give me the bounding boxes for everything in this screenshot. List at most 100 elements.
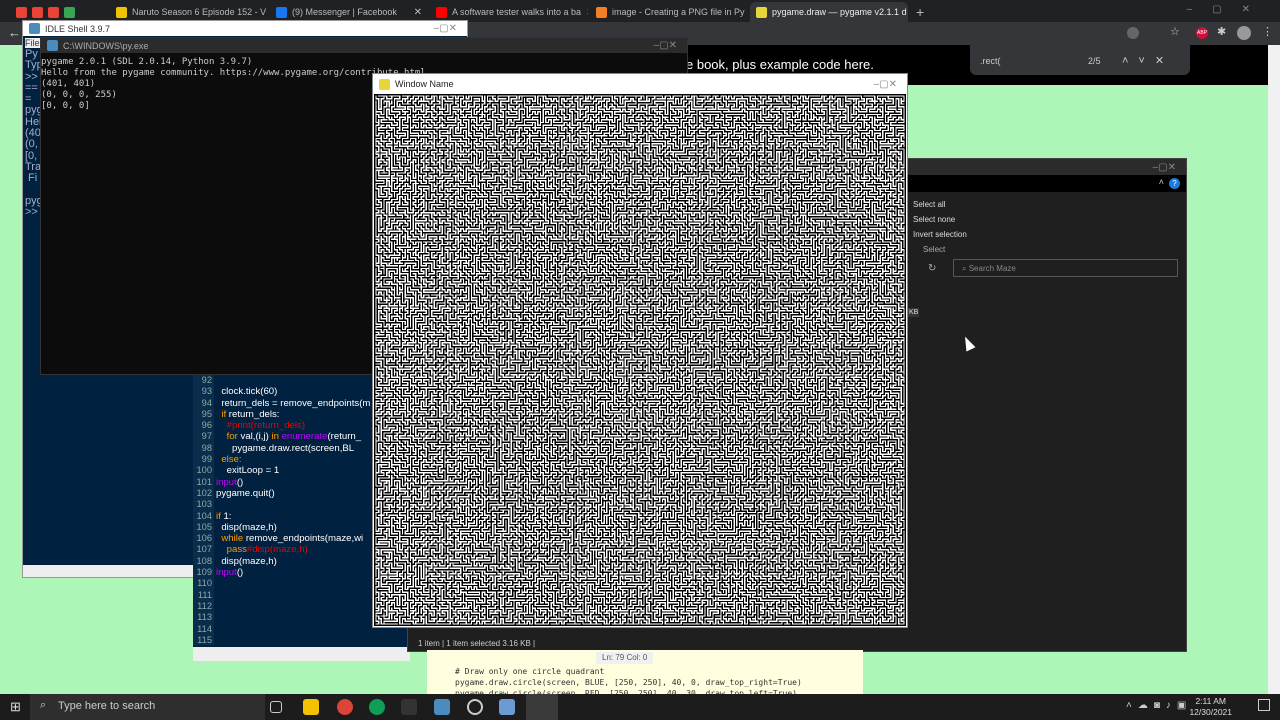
code-token: else: <box>216 454 242 466</box>
code-token: #print(return_dels) <box>216 420 306 432</box>
code-token: return_dels = remove_endpoints(m <box>216 397 371 409</box>
adblock-icon[interactable]: ABP <box>1196 27 1208 39</box>
page-scrollbar[interactable] <box>1268 45 1280 694</box>
code-token: input <box>216 476 237 488</box>
time: 2:11 AM <box>1195 696 1226 706</box>
tab-close-icon[interactable]: ✕ <box>414 7 422 18</box>
invert-selection-button[interactable]: Invert selection <box>913 230 967 239</box>
code-area[interactable]: clock.tick(60) return_dels = remove_endp… <box>216 375 370 578</box>
select-all-button[interactable]: Select all <box>913 200 945 209</box>
code-token: (return_ <box>327 431 362 443</box>
browser-tab[interactable]: image - Creating a PNG file in Py✕ <box>590 2 748 22</box>
extensions-icon[interactable]: ✱ <box>1217 25 1226 38</box>
code-line: pygame.quit() <box>216 488 370 499</box>
avatar[interactable] <box>1237 26 1251 40</box>
star-icon[interactable]: ☆ <box>1170 25 1180 38</box>
pygame-icon <box>379 78 390 90</box>
start-icon[interactable]: ⊞ <box>10 699 21 715</box>
browser-tab[interactable]: (9) Messenger | Facebook ✕ <box>270 2 428 22</box>
code-token: if <box>216 408 229 420</box>
code-line: return_dels = remove_endpoints(m <box>216 398 370 409</box>
idle-window-controls[interactable]: –▢✕ <box>434 23 467 34</box>
file-explorer-icon[interactable] <box>303 699 319 715</box>
code-token: pass <box>216 544 247 556</box>
collapse-ribbon-icon[interactable]: ˄ <box>1159 177 1164 187</box>
select-none-button[interactable]: Select none <box>913 215 955 224</box>
window-controls[interactable]: –▢✕ <box>1187 4 1270 15</box>
tab-label: Naruto Season 6 Episode 152 - V <box>132 7 267 17</box>
page-text: e book, plus example code here. <box>686 57 874 72</box>
taskbar-search-placeholder: Type here to search <box>58 700 156 712</box>
code-token: () <box>236 567 244 579</box>
code-line: input() <box>216 477 370 488</box>
code-token: 1: <box>223 510 232 522</box>
taskbar-search[interactable]: ⌕ Type here to search <box>30 694 265 720</box>
explorer-status-bar: 1 item | 1 item selected 3.16 KB | <box>408 636 1186 651</box>
app-icon[interactable] <box>401 699 417 715</box>
find-input[interactable]: .rect( <box>980 56 1001 66</box>
find-icon[interactable] <box>1127 27 1139 39</box>
clock[interactable]: 2:11 AM 12/30/2021 <box>1189 696 1232 718</box>
code-line: pygame.draw.rect(screen,BL <box>216 443 370 454</box>
editor-status-bar <box>193 647 410 661</box>
code-token: pygame.quit() <box>216 487 275 499</box>
menu-icon[interactable]: ⋮ <box>1262 25 1273 38</box>
tab-favicon <box>276 6 287 18</box>
maze-canvas[interactable] <box>374 94 906 626</box>
chrome-icon-2[interactable] <box>369 699 385 715</box>
tab-favicon <box>596 6 607 18</box>
tab-favicon <box>116 6 127 18</box>
tab-label: pygame.draw — pygame v2.1.1 d <box>772 7 907 17</box>
console-window-controls[interactable]: –▢✕ <box>654 40 687 51</box>
python-icon <box>29 23 40 34</box>
pygame-window-controls[interactable]: –▢✕ <box>874 79 907 90</box>
ln-col-indicator: Ln: 79 Col: 0 <box>596 652 654 664</box>
ribbon-group-label: Select <box>923 245 946 254</box>
explorer-window-controls[interactable]: –▢✕ <box>1153 162 1186 173</box>
code-token: in <box>271 431 282 443</box>
console-title: C:\WINDOWS\py.exe <box>63 40 149 51</box>
date: 12/30/2021 <box>1189 707 1232 717</box>
code-token: input <box>216 567 237 579</box>
refresh-icon[interactable]: ↻ <box>928 263 936 274</box>
task-view-icon[interactable] <box>270 701 282 713</box>
help-icon[interactable]: ? <box>1169 178 1180 189</box>
search-icon: ⌕ <box>40 699 47 711</box>
code-token: enumerate <box>281 431 328 443</box>
console-icon <box>47 40 58 51</box>
tray-icons[interactable]: ˄☁◙♪▣ <box>1126 700 1192 711</box>
idle-icon[interactable] <box>499 699 515 715</box>
tab-label: image - Creating a PNG file in Py <box>612 7 745 17</box>
browser-tab[interactable]: Naruto Season 6 Episode 152 - V✕ <box>110 2 268 22</box>
code-token: disp(maze,h) <box>216 521 277 533</box>
back-icon[interactable]: ← <box>8 25 21 40</box>
notifications-icon[interactable] <box>1258 699 1270 711</box>
code-line: clock.tick(60) <box>216 386 370 397</box>
code-line: #print(return_dels) <box>216 420 370 431</box>
tab-close-icon[interactable]: ✕ <box>586 7 588 18</box>
chrome-icon[interactable] <box>337 699 353 715</box>
find-nav-buttons[interactable]: ˄˅✕ <box>1122 54 1174 67</box>
new-tab-button[interactable]: + <box>910 2 930 22</box>
pygame-title-bar: Window Name –▢✕ <box>373 74 907 94</box>
tab-favicon <box>756 6 767 18</box>
pygame-window: Window Name –▢✕ <box>372 73 908 628</box>
search-placeholder: Search Maze <box>968 264 1016 273</box>
pinned-gmail-tabs[interactable] <box>10 2 100 22</box>
python-file-icon[interactable] <box>434 699 450 715</box>
code-token: pygame.draw.rect(screen,BL <box>216 442 355 454</box>
taskbar: ⊞ ⌕ Type here to search ˄☁◙♪▣ 2:11 AM 12/3… <box>0 694 1280 720</box>
idle-title-bar: IDLE Shell 3.9.7 –▢✕ <box>23 21 467 36</box>
code-token: val,(i,j) <box>240 431 272 443</box>
code-token: () <box>236 476 244 488</box>
console-output: pygame 2.0.1 (SDL 2.0.14, Python 3.9.7) … <box>41 57 426 111</box>
browser-tab[interactable]: A software tester walks into a ba ✕ <box>430 2 588 22</box>
code-token: while <box>216 533 246 545</box>
search-input[interactable]: ⌕ Search Maze <box>953 259 1178 277</box>
browser-tab-bar: Naruto Season 6 Episode 152 - V✕(9) Mess… <box>0 0 1280 22</box>
obs-icon[interactable] <box>467 699 483 715</box>
browser-tab[interactable]: pygame.draw — pygame v2.1.1 d✕ <box>750 2 908 22</box>
code-line: for val,(i,j) in enumerate(return_ <box>216 431 370 442</box>
pygame-taskbar-icon[interactable] <box>526 694 558 720</box>
